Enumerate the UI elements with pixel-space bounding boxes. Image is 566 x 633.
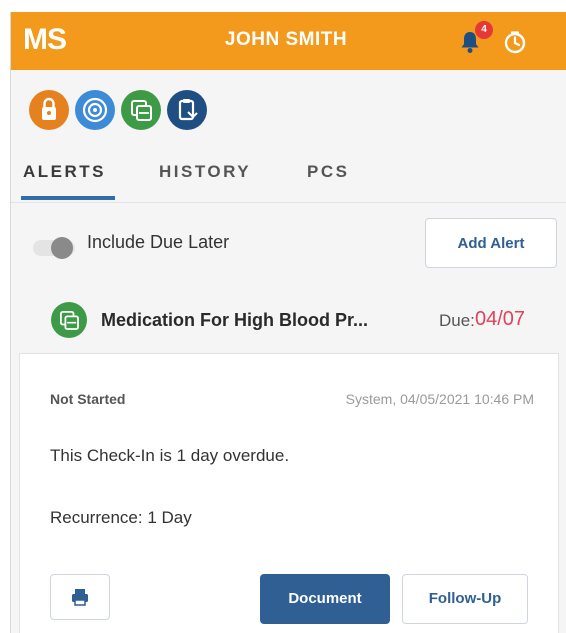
include-due-later-toggle[interactable]: [33, 237, 75, 259]
lock-bag-icon[interactable]: [29, 90, 69, 130]
alert-recurrence: Recurrence: 1 Day: [50, 508, 192, 527]
active-tab-indicator: [21, 196, 115, 200]
toggle-knob[interactable]: [51, 237, 73, 259]
tab-pcs[interactable]: PCS: [307, 162, 349, 182]
target-icon[interactable]: [75, 90, 115, 130]
app-frame: MS JOHN SMITH 4 ALERTS HISTORY PCS Inclu…: [10, 12, 566, 633]
include-due-later-label: Include Due Later: [87, 232, 230, 252]
tab-bar: ALERTS HISTORY PCS: [11, 150, 566, 203]
pill-box-icon: [51, 302, 87, 338]
print-button[interactable]: [50, 574, 110, 620]
due-label: Due:: [439, 311, 475, 330]
app-logo[interactable]: MS: [23, 22, 67, 58]
user-name: JOHN SMITH: [224, 29, 348, 50]
due-date: 04/07: [475, 308, 526, 330]
clipboard-icon[interactable]: [167, 90, 207, 130]
app-header: MS JOHN SMITH 4: [11, 12, 566, 70]
alert-status: Not Started: [50, 391, 126, 407]
tab-history[interactable]: HISTORY: [159, 162, 251, 182]
notification-badge: 4: [475, 21, 493, 39]
pill-box-icon[interactable]: [121, 90, 161, 130]
tab-alerts[interactable]: ALERTS: [23, 162, 106, 182]
print-icon: [72, 589, 88, 606]
alert-detail-card: Not Started System, 04/05/2021 10:46 PM …: [19, 353, 559, 633]
follow-up-button[interactable]: Follow-Up: [402, 574, 528, 624]
alert-meta: System, 04/05/2021 10:46 PM: [345, 391, 534, 407]
alert-title[interactable]: Medication For High Blood Pr...: [101, 310, 401, 331]
document-button[interactable]: Document: [260, 574, 390, 624]
alert-message: This Check-In is 1 day overdue.: [50, 446, 290, 465]
add-alert-button[interactable]: Add Alert: [425, 218, 557, 268]
timer-icon[interactable]: [503, 30, 527, 54]
